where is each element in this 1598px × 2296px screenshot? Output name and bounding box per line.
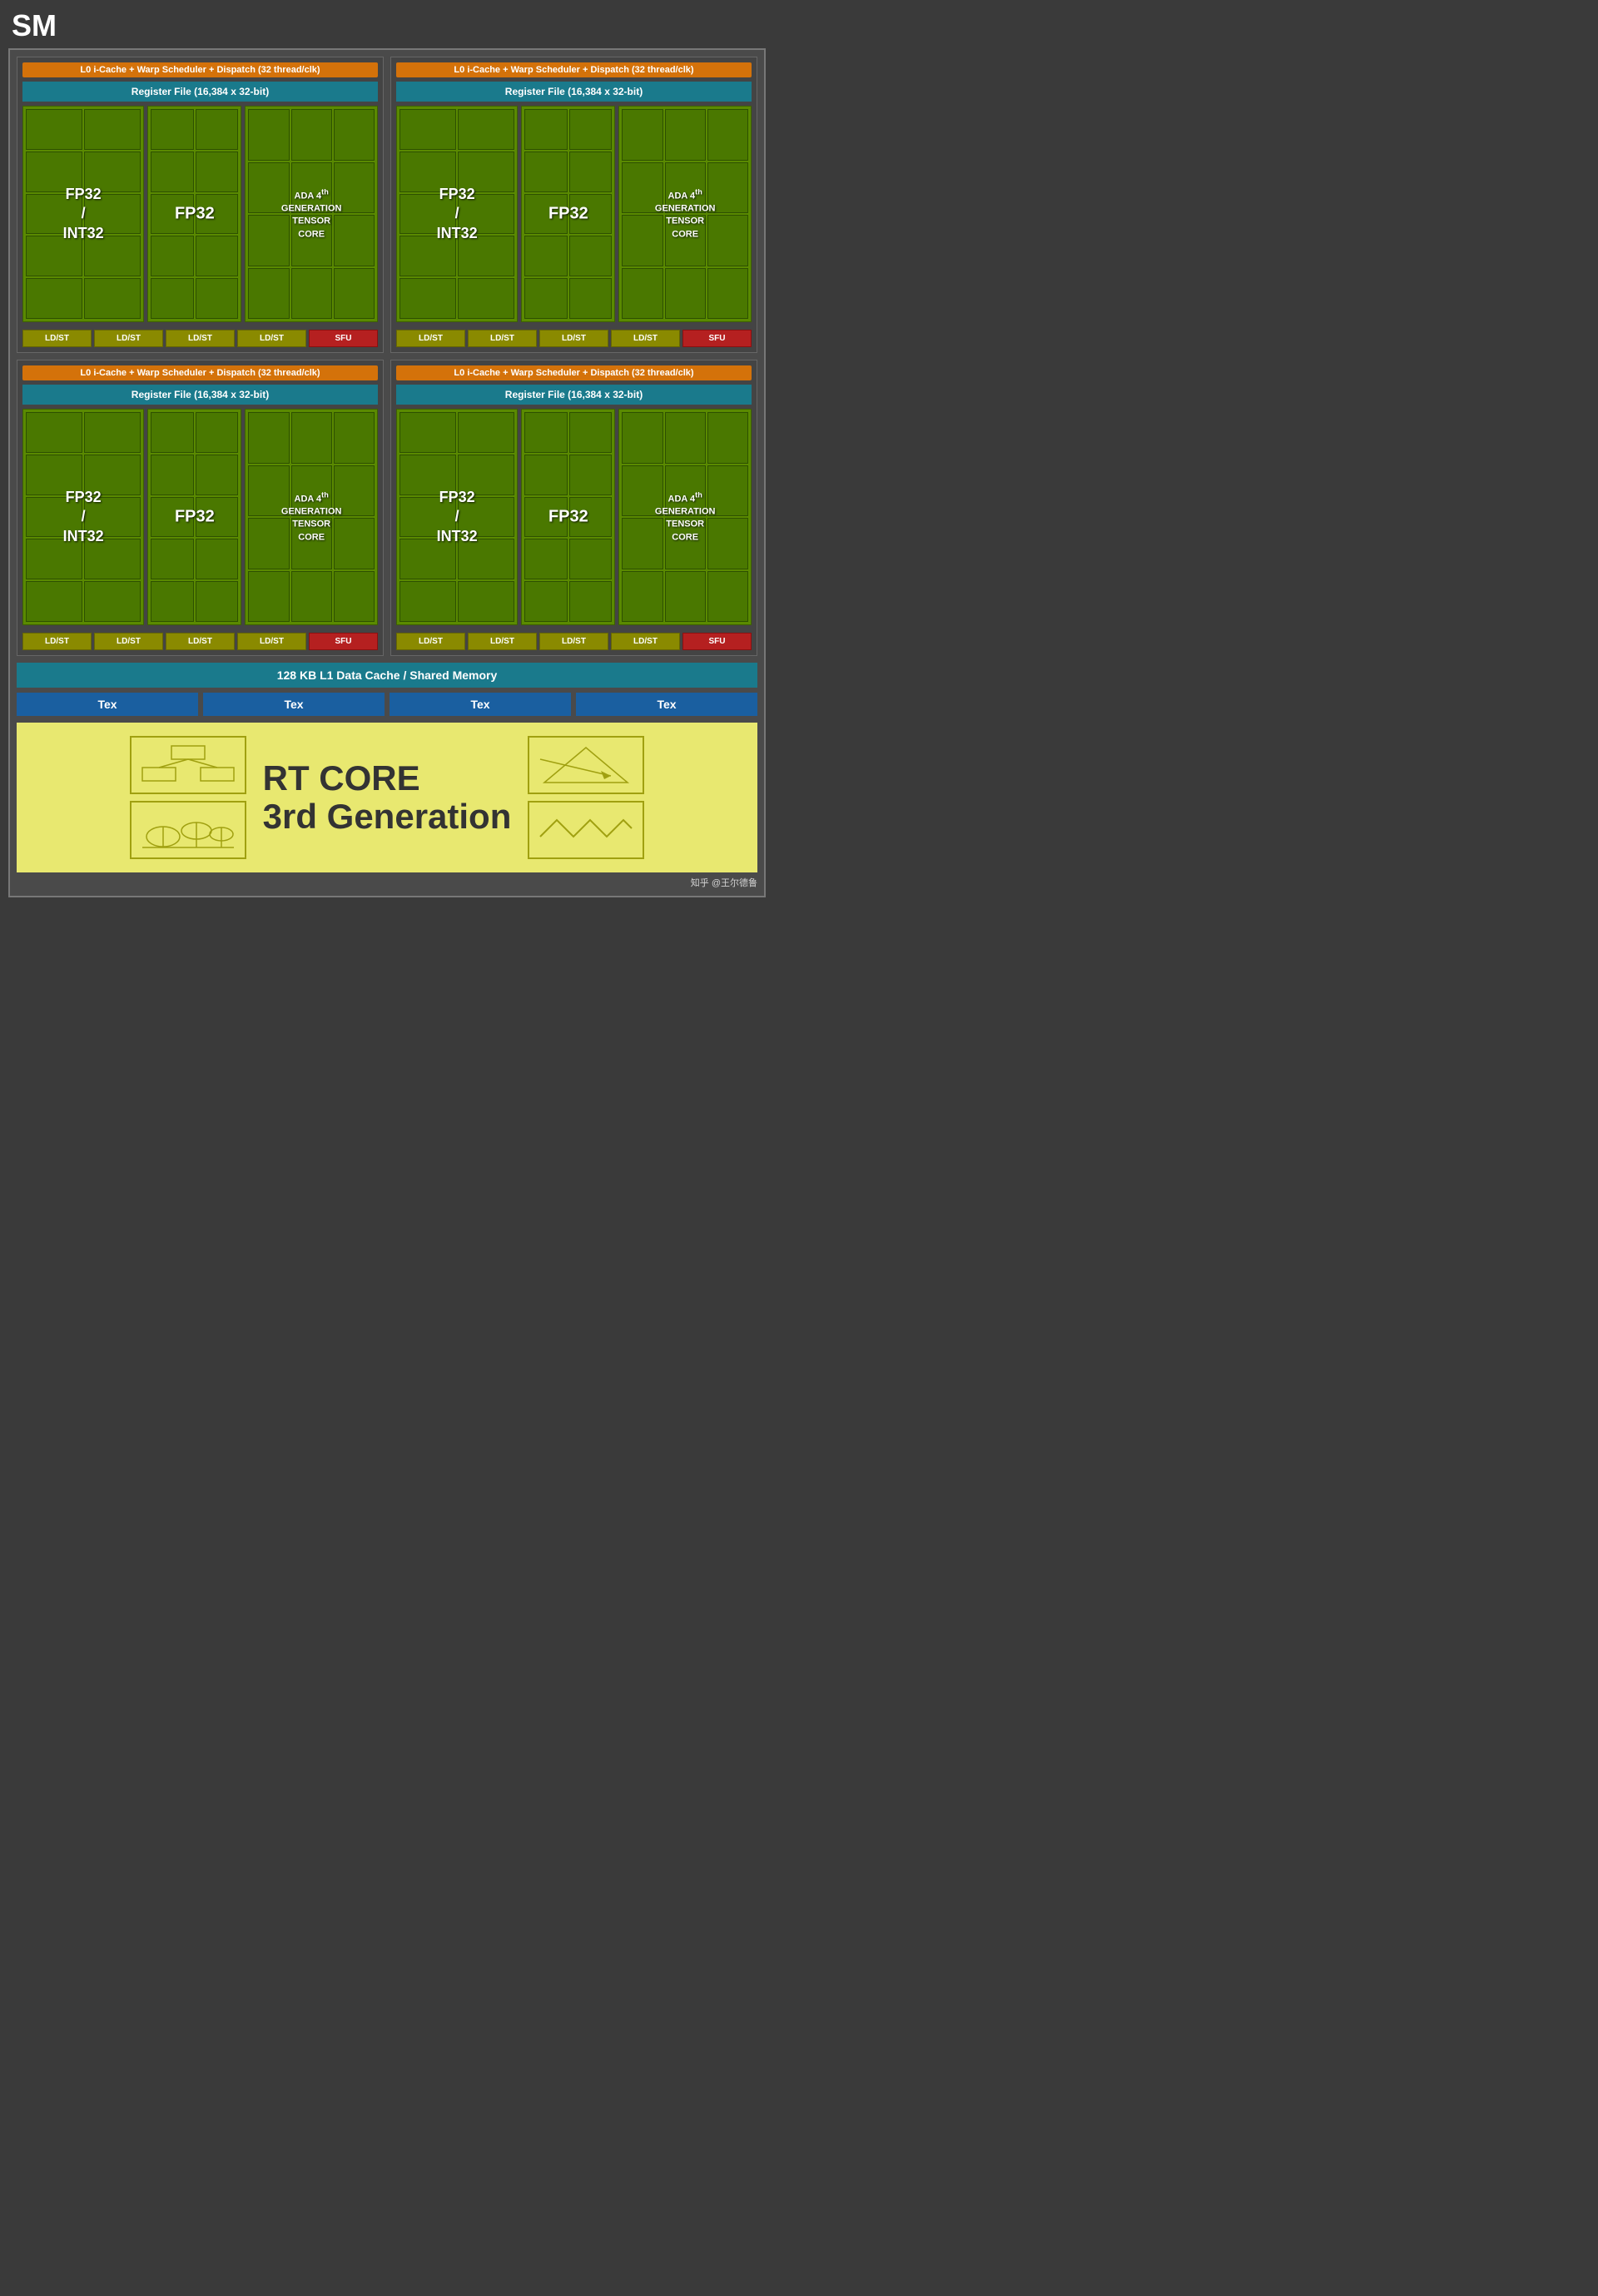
compute-section-2: FP32/INT32 FP32: [396, 106, 752, 322]
l1-cache-bar: 128 KB L1 Data Cache / Shared Memory: [17, 663, 757, 688]
tex-box-4: Tex: [576, 693, 757, 716]
watermark: 知乎 @王尔德鲁: [17, 876, 757, 889]
fp32-panel-3: FP32: [147, 409, 241, 625]
ldst-1-2: LD/ST: [94, 330, 163, 347]
ldst-2-1: LD/ST: [396, 330, 465, 347]
fp32-int32-panel-1: FP32/INT32: [22, 106, 144, 322]
compute-section-1: FP32/INT32 FP32: [22, 106, 378, 322]
ldst-4-1: LD/ST: [396, 633, 465, 650]
warp-scheduler-bar-2: L0 i-Cache + Warp Scheduler + Dispatch (…: [396, 62, 752, 77]
ldst-2-4: LD/ST: [611, 330, 680, 347]
ldst-2-3: LD/ST: [539, 330, 608, 347]
rt-core-title: RT CORE 3rd Generation: [263, 759, 512, 836]
bottom-units-2: LD/ST LD/ST LD/ST LD/ST SFU: [396, 330, 752, 347]
fp32-panel-4: FP32: [521, 409, 615, 625]
warp-scheduler-bar-3: L0 i-Cache + Warp Scheduler + Dispatch (…: [22, 365, 378, 380]
ldst-3-1: LD/ST: [22, 633, 92, 650]
fp32-panel-2: FP32: [521, 106, 615, 322]
sfu-3: SFU: [309, 633, 378, 650]
quadrants-grid: L0 i-Cache + Warp Scheduler + Dispatch (…: [17, 57, 757, 656]
tensor-panel-2: ADA 4thGENERATIONTENSOR CORE: [618, 106, 752, 322]
ldst-4-3: LD/ST: [539, 633, 608, 650]
tensor-panel-1: ADA 4thGENERATIONTENSOR CORE: [245, 106, 378, 322]
warp-scheduler-bar-1: L0 i-Cache + Warp Scheduler + Dispatch (…: [22, 62, 378, 77]
tex-row: Tex Tex Tex Tex: [17, 693, 757, 716]
rt-icon-box-bottom-left: [130, 801, 246, 859]
fp32-int32-panel-3: FP32/INT32: [22, 409, 144, 625]
compute-section-4: FP32/INT32 FP32: [396, 409, 752, 625]
bottom-units-1: LD/ST LD/ST LD/ST LD/ST SFU: [22, 330, 378, 347]
tensor-panel-4: ADA 4thGENERATIONTENSOR CORE: [618, 409, 752, 625]
bottom-units-3: LD/ST LD/ST LD/ST LD/ST SFU: [22, 633, 378, 650]
sfu-4: SFU: [682, 633, 752, 650]
rt-core-area: RT CORE 3rd Generation: [17, 723, 757, 872]
sm-outer: L0 i-Cache + Warp Scheduler + Dispatch (…: [8, 48, 766, 897]
register-file-bar-3: Register File (16,384 x 32-bit): [22, 385, 378, 405]
quadrant-2: L0 i-Cache + Warp Scheduler + Dispatch (…: [390, 57, 757, 353]
quadrant-4: L0 i-Cache + Warp Scheduler + Dispatch (…: [390, 360, 757, 656]
ldst-3-4: LD/ST: [237, 633, 306, 650]
tensor-panel-3: ADA 4thGENERATIONTENSOR CORE: [245, 409, 378, 625]
rt-icon-box-top-right: [528, 736, 644, 794]
rt-core-left: [130, 736, 246, 859]
fp32-panel-1: FP32: [147, 106, 241, 322]
sfu-2: SFU: [682, 330, 752, 347]
rt-icon-box-top-left: [130, 736, 246, 794]
rt-core-right: [528, 736, 644, 859]
ldst-4-2: LD/ST: [468, 633, 537, 650]
rt-core-center: RT CORE 3rd Generation: [263, 759, 512, 836]
quadrant-3: L0 i-Cache + Warp Scheduler + Dispatch (…: [17, 360, 384, 656]
fp32-int32-panel-2: FP32/INT32: [396, 106, 518, 322]
register-file-bar-1: Register File (16,384 x 32-bit): [22, 82, 378, 102]
bottom-units-4: LD/ST LD/ST LD/ST LD/ST SFU: [396, 633, 752, 650]
tex-box-3: Tex: [390, 693, 571, 716]
tex-box-2: Tex: [203, 693, 385, 716]
register-file-bar-4: Register File (16,384 x 32-bit): [396, 385, 752, 405]
fp32-int32-panel-4: FP32/INT32: [396, 409, 518, 625]
sm-title: SM: [8, 8, 57, 43]
ldst-4-4: LD/ST: [611, 633, 680, 650]
ldst-1-1: LD/ST: [22, 330, 92, 347]
ldst-3-3: LD/ST: [166, 633, 235, 650]
warp-scheduler-bar-4: L0 i-Cache + Warp Scheduler + Dispatch (…: [396, 365, 752, 380]
rt-icon-box-bottom-right: [528, 801, 644, 859]
quadrant-1: L0 i-Cache + Warp Scheduler + Dispatch (…: [17, 57, 384, 353]
ldst-2-2: LD/ST: [468, 330, 537, 347]
ldst-1-4: LD/ST: [237, 330, 306, 347]
tex-box-1: Tex: [17, 693, 198, 716]
sfu-1: SFU: [309, 330, 378, 347]
register-file-bar-2: Register File (16,384 x 32-bit): [396, 82, 752, 102]
ldst-3-2: LD/ST: [94, 633, 163, 650]
compute-section-3: FP32/INT32 FP32: [22, 409, 378, 625]
ldst-1-3: LD/ST: [166, 330, 235, 347]
